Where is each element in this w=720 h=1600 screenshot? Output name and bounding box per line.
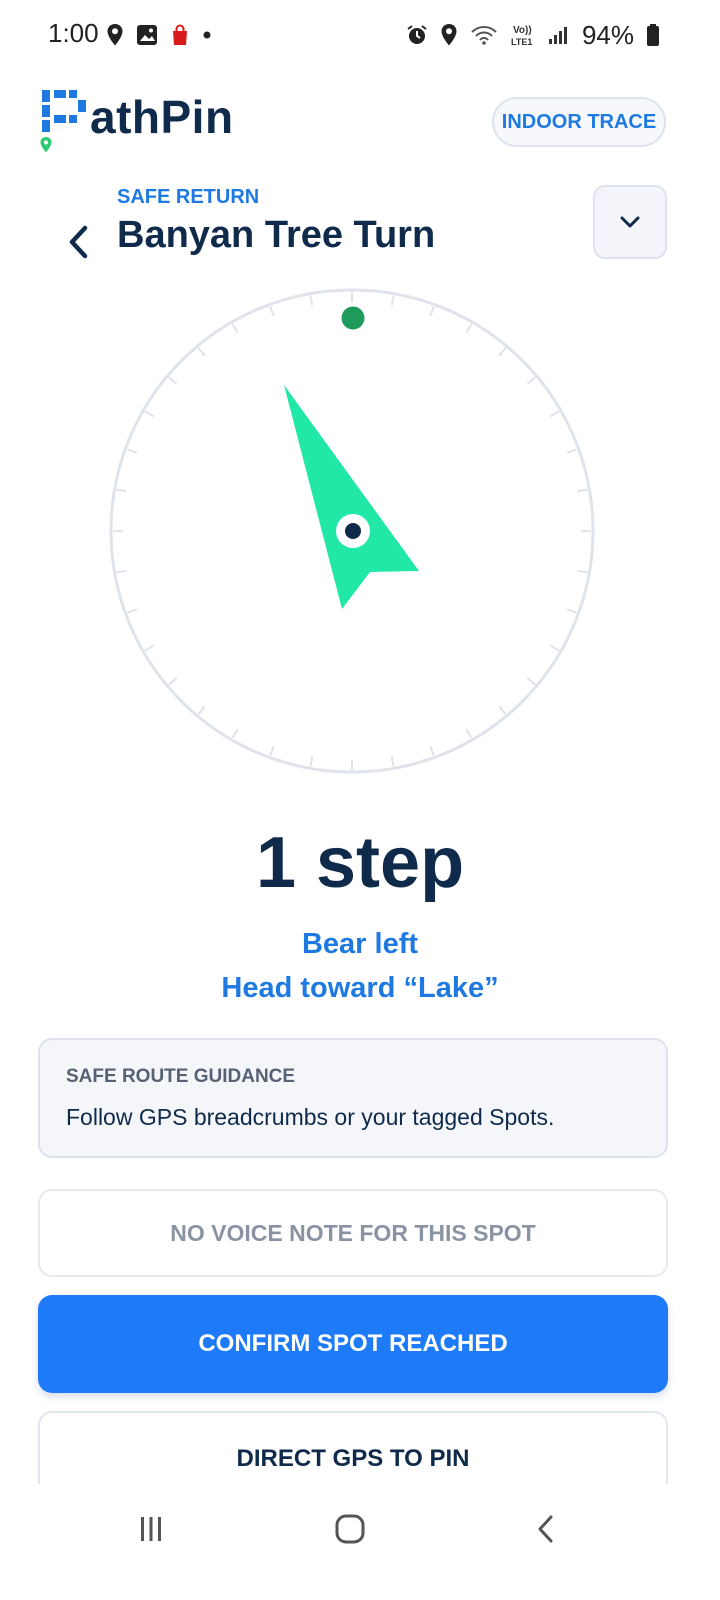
compass-tick (465, 728, 473, 739)
indoor-trace-button[interactable]: INDOOR TRACE (492, 97, 666, 147)
compass-tick (197, 347, 206, 357)
distance-readout: 1 step (255, 823, 465, 903)
compass-tick (549, 644, 560, 652)
compass-tick (390, 756, 395, 767)
compass-tick (498, 347, 507, 357)
battery-percentage: 94% (581, 19, 634, 50)
dot-icon (203, 31, 211, 39)
app-logo: athPin (40, 88, 240, 158)
direction-arrow-icon (284, 385, 419, 609)
location-icon (107, 24, 123, 46)
volte-icon: Vo))LTE1 (511, 25, 532, 47)
confirm-spot-reached-button[interactable]: CONFIRM SPOT REACHED (38, 1295, 668, 1393)
compass-tick (309, 756, 314, 767)
system-navigation-bar (0, 1484, 720, 1600)
compass-tick (269, 306, 275, 317)
compass-tick (429, 745, 435, 756)
guidance-body: Follow GPS breadcrumbs or your tagged Sp… (66, 1104, 555, 1130)
location-icon (441, 24, 457, 46)
compass-tick (168, 376, 178, 385)
compass-tick (144, 644, 155, 652)
compass-tick (465, 323, 473, 334)
status-notification-icons (106, 20, 212, 50)
chevron-down-icon (620, 216, 640, 228)
svg-text:Vo)): Vo)) (513, 25, 532, 36)
compass-tick (269, 745, 275, 756)
compass-tick (390, 295, 395, 306)
logo-text: athPin (90, 91, 234, 143)
guidance-title: SAFE ROUTE GUIDANCE (66, 1066, 296, 1087)
compass-tick (577, 488, 588, 493)
compass-dial (109, 288, 595, 774)
direction-instructions: Bear left Head toward “Lake” (0, 922, 720, 1010)
chevron-left-icon[interactable] (64, 224, 94, 260)
mode-label: SAFE RETURN (117, 186, 260, 208)
recents-icon[interactable] (136, 1514, 166, 1544)
compass-tick (549, 410, 560, 418)
signal-icon (548, 27, 567, 44)
status-time: 1:00 (48, 18, 99, 48)
wifi-icon (471, 26, 497, 45)
compass-tick (144, 410, 155, 418)
compass-tick (577, 569, 588, 574)
arrow-pivot-center (345, 523, 361, 539)
compass-tick (116, 569, 127, 574)
home-icon[interactable] (334, 1513, 366, 1545)
direction-line-2: Head toward “Lake” (221, 972, 499, 1004)
gallery-icon (137, 25, 157, 45)
status-bar: 1:00 Vo)) LTE1 94% (0, 0, 720, 72)
compass-tick (168, 677, 178, 686)
spot-title: Banyan Tree Turn (117, 214, 436, 256)
north-marker-dot (341, 306, 365, 330)
compass-tick (566, 608, 577, 614)
pathpin-logo-mark (40, 90, 86, 153)
compass-tick (526, 677, 536, 686)
compass-tick (231, 323, 239, 334)
battery-icon (647, 24, 659, 46)
back-icon[interactable] (534, 1514, 558, 1544)
compass-tick (197, 705, 206, 715)
compass-tick (566, 448, 577, 454)
route-guidance-card: SAFE ROUTE GUIDANCE Follow GPS breadcrum… (38, 1038, 668, 1158)
compass-tick (127, 608, 138, 614)
alarm-icon (407, 25, 427, 44)
compass-tick (127, 448, 138, 454)
compass-tick (498, 705, 507, 715)
direction-line-1: Bear left (301, 928, 419, 960)
voice-note-status: NO VOICE NOTE FOR THIS SPOT (38, 1189, 668, 1277)
compass-tick (429, 306, 435, 317)
shopping-bag-icon (173, 24, 187, 45)
spot-dropdown-button[interactable] (593, 185, 667, 259)
status-system-icons: Vo)) LTE1 94% (406, 18, 660, 52)
compass-tick (116, 488, 127, 493)
network-label: LTE1 (511, 37, 532, 47)
compass-tick (231, 728, 239, 739)
compass-tick (526, 376, 536, 385)
compass-tick (309, 295, 314, 306)
